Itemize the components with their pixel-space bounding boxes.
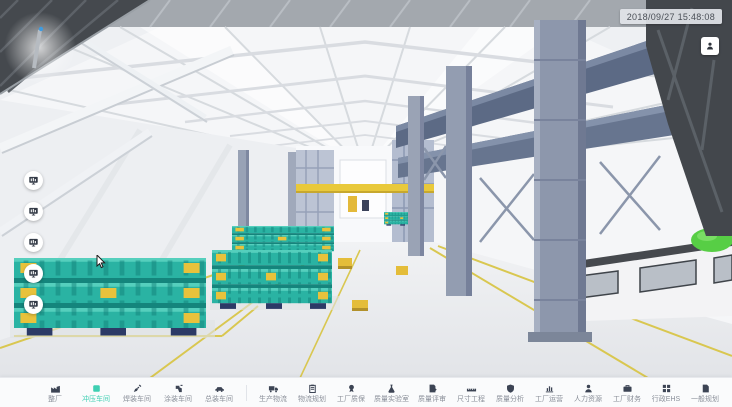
module-quality-analysis[interactable]: 质量分析 <box>493 382 527 404</box>
module-human-resources-label: 人力资源 <box>574 396 602 404</box>
review-icon <box>427 383 438 394</box>
warehouse-3d-viewport[interactable] <box>0 0 732 378</box>
module-factory-finance[interactable]: 工厂财务 <box>610 382 644 404</box>
tab-assembly-workshop[interactable]: 总装车间 <box>202 382 236 404</box>
chart-icon <box>544 383 555 394</box>
module-tabs: 生产物流 物流规划 工厂质保 质量实验室 质量评审 尺寸工程 质量分析 工厂运营 人力资源 工厂财… <box>256 382 722 404</box>
fab-kpi-board-4[interactable] <box>24 264 43 283</box>
module-factory-operations-label: 工厂运营 <box>535 396 563 404</box>
briefcase-icon <box>622 383 633 394</box>
module-factory-operations[interactable]: 工厂运营 <box>532 382 566 404</box>
module-quality-lab-label: 质量实验室 <box>374 396 409 404</box>
module-human-resources[interactable]: 人力资源 <box>571 382 605 404</box>
kpi-board-icon <box>28 268 39 279</box>
left-fab-stack <box>24 171 43 314</box>
fab-kpi-board-1[interactable] <box>24 171 43 190</box>
kpi-board-icon <box>28 206 39 217</box>
lens-flare <box>4 12 76 84</box>
module-factory-qa-label: 工厂质保 <box>337 396 365 404</box>
module-production-logistics[interactable]: 生产物流 <box>256 382 290 404</box>
module-quality-review-label: 质量评审 <box>418 396 446 404</box>
tab-whole-plant-label: 整厂 <box>48 396 62 404</box>
flask-icon <box>386 383 397 394</box>
module-production-logistics-label: 生产物流 <box>259 396 287 404</box>
toolbar-separator <box>246 385 247 401</box>
module-factory-qa[interactable]: 工厂质保 <box>334 382 368 404</box>
kpi-board-icon <box>28 175 39 186</box>
workshop-tabs: 整厂 冲压车间 焊装车间 涂装车间 总装车间 <box>38 382 236 404</box>
welding-icon <box>132 383 143 394</box>
kpi-board-icon <box>28 299 39 310</box>
person-icon <box>583 383 594 394</box>
module-dimensional-engineering-label: 尺寸工程 <box>457 396 485 404</box>
tab-welding-workshop[interactable]: 焊装车间 <box>120 382 154 404</box>
painting-icon <box>173 383 184 394</box>
module-general-planning-label: 一般规划 <box>691 396 719 404</box>
tab-assembly-workshop-label: 总装车间 <box>205 396 233 404</box>
module-quality-lab[interactable]: 质量实验室 <box>373 382 410 404</box>
document-icon <box>700 383 711 394</box>
module-quality-analysis-label: 质量分析 <box>496 396 524 404</box>
fab-kpi-board-3[interactable] <box>24 233 43 252</box>
module-admin-ehs-label: 行政EHS <box>652 396 680 404</box>
stamping-icon <box>91 383 102 394</box>
tab-painting-workshop[interactable]: 涂装车间 <box>161 382 195 404</box>
car-icon <box>214 383 225 394</box>
digital-twin-app: 2018/09/27 15:48:08 整厂 冲压车间 焊装车间 涂装车间 总装车间 生… <box>0 0 732 407</box>
bottom-toolbar: 整厂 冲压车间 焊装车间 涂装车间 总装车间 生产物流 物流规划 工厂质保 质量实验室 质量评审… <box>0 377 732 407</box>
module-logistics-planning[interactable]: 物流规划 <box>295 382 329 404</box>
grid-icon <box>661 383 672 394</box>
kpi-board-icon <box>28 237 39 248</box>
fab-kpi-board-5[interactable] <box>24 295 43 314</box>
clipboard-icon <box>307 383 318 394</box>
tab-painting-workshop-label: 涂装车间 <box>164 396 192 404</box>
timestamp-chip: 2018/09/27 15:48:08 <box>620 9 722 24</box>
truck-icon <box>268 383 279 394</box>
tab-stamping-workshop[interactable]: 冲压车间 <box>79 382 113 404</box>
fab-kpi-board-2[interactable] <box>24 202 43 221</box>
module-quality-review[interactable]: 质量评审 <box>415 382 449 404</box>
tab-welding-workshop-label: 焊装车间 <box>123 396 151 404</box>
module-admin-ehs[interactable]: 行政EHS <box>649 382 683 404</box>
module-general-planning[interactable]: 一般规划 <box>688 382 722 404</box>
badge-icon <box>346 383 357 394</box>
factory-icon <box>50 383 61 394</box>
tab-stamping-workshop-label: 冲压车间 <box>82 396 110 404</box>
tab-whole-plant[interactable]: 整厂 <box>38 382 72 404</box>
shield-icon <box>505 383 516 394</box>
module-logistics-planning-label: 物流规划 <box>298 396 326 404</box>
ruler-icon <box>466 383 477 394</box>
module-factory-finance-label: 工厂财务 <box>613 396 641 404</box>
user-button[interactable] <box>701 37 719 55</box>
user-icon <box>705 41 715 51</box>
module-dimensional-engineering[interactable]: 尺寸工程 <box>454 382 488 404</box>
